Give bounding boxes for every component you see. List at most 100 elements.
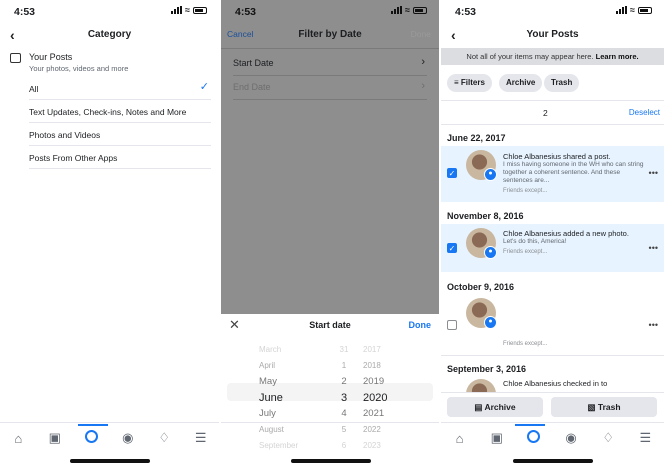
wheel-option[interactable]: 5 [337,422,351,438]
profile-icon[interactable] [80,430,102,446]
year-wheel[interactable]: 2017 2018 2019 2020 2021 2022 2023 [363,342,403,450]
post-item[interactable]: ✓ ● Chloe Albanesius shared a post. I mi… [441,146,664,202]
bell-icon[interactable]: ♢ [597,430,619,446]
groups-icon[interactable]: ◉ [117,430,139,446]
wheel-option[interactable]: May [259,374,319,390]
page-title: Your Posts [526,29,579,40]
post-item[interactable]: Chloe Albanesius checked in to [441,377,664,393]
status-icons: ≈ [391,6,427,15]
wheel-option[interactable]: 2018 [363,358,403,374]
person-badge-icon: ● [484,316,497,329]
trash-button[interactable]: ▧ Trash [551,397,657,417]
wheel-option[interactable]: August [259,422,319,438]
wheel-option[interactable]: 2022 [363,422,403,438]
wheel-option[interactable]: 2017 [363,342,403,358]
wheel-option[interactable]: March [259,342,319,358]
date-heading: September 3, 2016 [447,364,527,374]
category-label: Photos and Videos [29,130,101,140]
date-heading: October 9, 2016 [447,282,515,292]
category-screen: 4:53 ≈ ‹ Category Your Posts Your photos… [0,0,219,466]
start-date-row[interactable]: Start Date › [233,53,427,75]
home-icon[interactable]: ⌂ [7,431,29,446]
row-label: End Date [233,82,271,92]
category-item-all[interactable]: All ✓ [29,78,211,100]
wheel-option[interactable]: 1 [337,358,351,374]
chip-label: Trash [551,78,573,87]
trash-chip[interactable]: Trash [544,74,580,92]
wheel-option[interactable]: 2023 [363,438,403,454]
day-wheel[interactable]: 31 1 2 3 4 5 6 [337,342,351,450]
home-indicator [70,459,150,463]
date-heading: November 8, 2016 [447,211,524,221]
chip-label: Archive [506,78,536,87]
category-item-photos-videos[interactable]: Photos and Videos [29,124,211,146]
wheel-option[interactable]: July [259,406,319,422]
wheel-option[interactable]: 2021 [363,406,403,422]
post-text: Friends except... [503,338,644,349]
button-label: Archive [484,402,516,412]
more-options-icon[interactable]: ••• [649,320,658,330]
your-posts-subtitle: Your photos, videos and more [29,64,129,73]
wheel-option[interactable]: 31 [337,342,351,358]
filter-by-date-screen: 4:53 ≈ Cancel Filter by Date Done Start … [221,0,439,466]
wheel-option[interactable]: September [259,438,319,454]
archive-chip[interactable]: Archive [499,74,543,92]
battery-icon [413,6,427,14]
notice-banner: Not all of your items may appear here. L… [441,48,664,65]
menu-icon[interactable]: ☰ [190,430,212,446]
deselect-button[interactable]: Deselect [629,108,660,117]
post-title: Chloe Albanesius shared a post. [503,152,611,161]
wheel-option[interactable]: 6 [337,438,351,454]
learn-more-link[interactable]: Learn more. [596,52,639,61]
chevron-right-icon: › [421,80,425,92]
post-item[interactable]: ✓ ● Chloe Albanesius added a new photo. … [441,224,664,272]
wifi-icon: ≈ [185,5,190,15]
wheel-option[interactable]: 2019 [363,374,403,390]
home-icon[interactable]: ⌂ [449,431,471,446]
avatar [466,379,496,393]
groups-icon[interactable]: ◉ [560,430,582,446]
done-button[interactable]: Done [409,320,432,330]
notice-text: Not all of your items may appear here. [466,52,594,61]
page-title: Filter by Date [298,29,362,40]
category-item-other-apps[interactable]: Posts From Other Apps [29,147,211,169]
wheel-option[interactable]: 3 [337,390,351,406]
post-snippet: Let's do this, America! [503,238,567,245]
post-item[interactable]: ● Friends except... ••• [441,294,664,350]
checkbox-checked[interactable]: ✓ [447,168,457,178]
checkbox-unchecked[interactable] [447,320,457,330]
marketplace-icon[interactable]: ▣ [486,430,508,446]
status-time: 4:53 [14,6,36,18]
selected-count: 2 [543,108,548,118]
wheel-option[interactable]: April [259,358,319,374]
archive-button[interactable]: ▤ Archive [447,397,543,417]
chip-label: Filters [460,78,485,87]
status-time: 4:53 [455,6,477,18]
category-item-text-updates[interactable]: Text Updates, Check-ins, Notes and More [29,101,211,123]
wheel-option[interactable]: June [259,390,319,406]
tab-bar: ⌂ ▣ ◉ ♢ ☰ [441,424,664,452]
person-badge-icon: ● [484,168,497,181]
marketplace-icon[interactable]: ▣ [44,430,66,446]
done-top-button[interactable]: Done [411,29,431,39]
bell-icon[interactable]: ♢ [153,430,175,446]
page-title: Category [87,29,132,40]
checkbox-checked[interactable]: ✓ [447,243,457,253]
more-options-icon[interactable]: ••• [649,168,658,178]
wheel-option[interactable]: 2020 [363,390,403,406]
wheel-option[interactable]: 4 [337,406,351,422]
more-options-icon[interactable]: ••• [649,243,658,253]
nav-bar: Filter by Date [221,24,439,46]
category-label: Text Updates, Check-ins, Notes and More [29,107,187,117]
wheel-option[interactable]: 2 [337,374,351,390]
month-wheel[interactable]: March April May June July August September [259,342,319,450]
filters-chip[interactable]: ≡ Filters [447,74,492,92]
status-icons: ≈ [171,5,207,15]
profile-icon[interactable] [523,430,545,446]
post-title: Chloe Albanesius checked in to [503,379,608,388]
signal-icon [616,6,628,14]
category-label: All [29,84,39,94]
menu-icon[interactable]: ☰ [634,430,656,446]
end-date-row[interactable]: End Date › [233,77,427,99]
sheet-title: Start date [309,320,351,330]
